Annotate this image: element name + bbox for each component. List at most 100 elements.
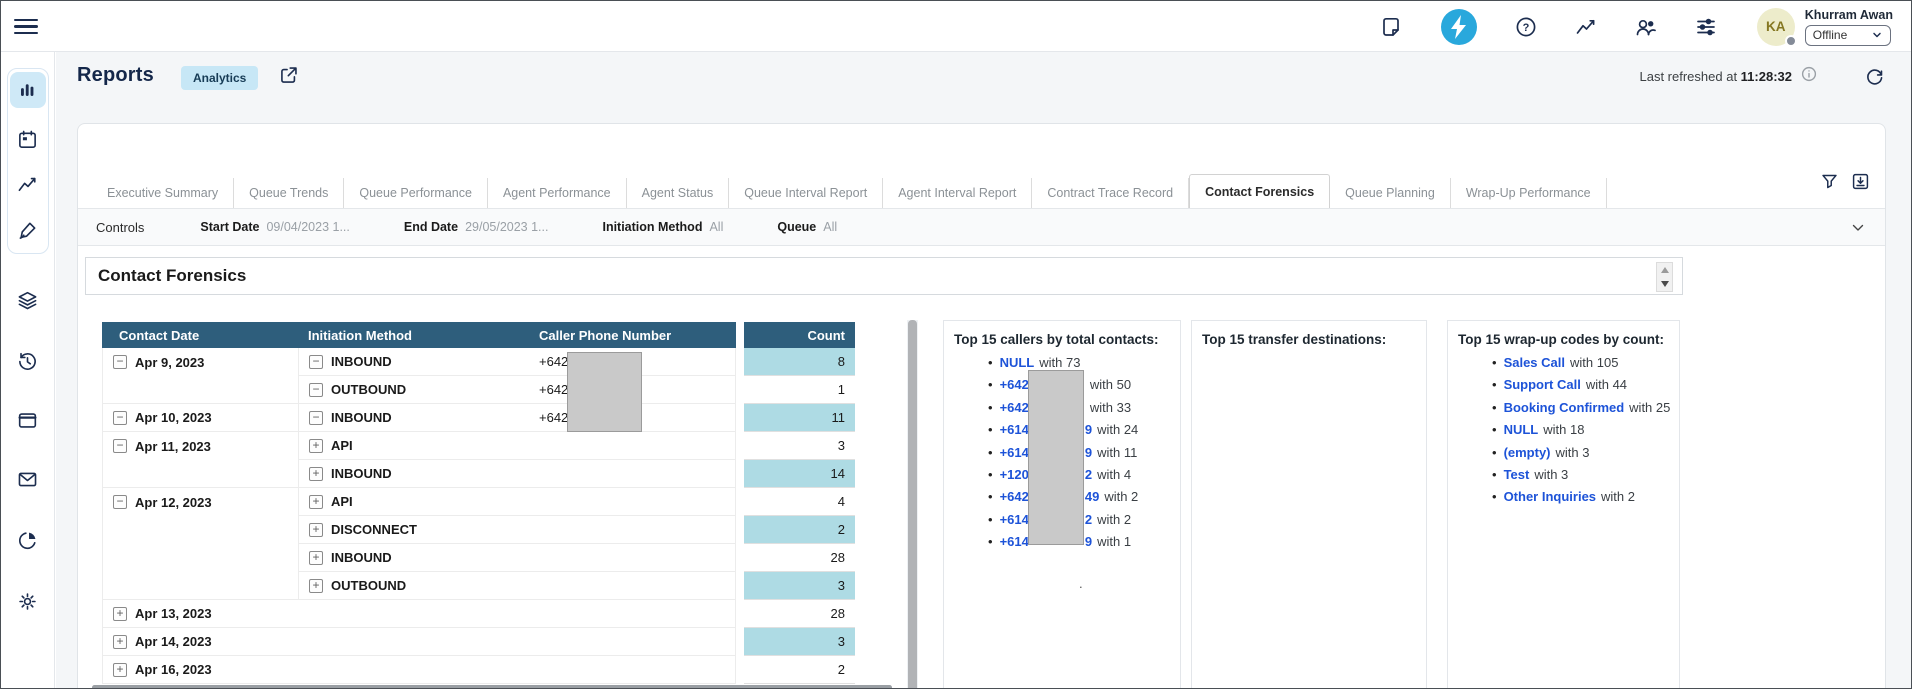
sidebar-item-schedule[interactable]	[10, 121, 46, 157]
avatar[interactable]: KA	[1757, 8, 1795, 46]
sidebar-item-settings[interactable]	[10, 583, 46, 619]
expand-toggle-icon[interactable]: +	[309, 523, 323, 537]
external-link-icon[interactable]	[278, 65, 299, 86]
expand-toggle-icon[interactable]: +	[309, 551, 323, 565]
tab-queue-planning[interactable]: Queue Planning	[1330, 178, 1451, 208]
download-icon[interactable]	[1851, 172, 1870, 191]
item-link[interactable]: +642	[1000, 400, 1029, 415]
cell-contact-date	[102, 516, 298, 544]
settings-sliders-icon[interactable]	[1695, 16, 1717, 38]
collapse-toggle-icon[interactable]: −	[113, 495, 127, 509]
status-select[interactable]: Offline	[1805, 25, 1891, 46]
item-link-suffix[interactable]: 9	[1085, 534, 1092, 549]
tab-executive-summary[interactable]: Executive Summary	[92, 178, 234, 208]
collapse-toggle-icon[interactable]: −	[113, 439, 127, 453]
tab-contact-forensics[interactable]: Contact Forensics	[1189, 174, 1330, 208]
collapse-toggle-icon[interactable]: −	[309, 411, 323, 425]
expand-toggle-icon[interactable]: +	[309, 495, 323, 509]
users-icon[interactable]	[1635, 16, 1657, 38]
expand-toggle-icon[interactable]: +	[113, 663, 127, 677]
item-link[interactable]: NULL	[1504, 422, 1539, 437]
list-item: •NULLwith 18	[1448, 422, 1679, 444]
tab-agent-performance[interactable]: Agent Performance	[488, 178, 627, 208]
item-link[interactable]: +642	[1000, 377, 1029, 392]
tab-contract-trace-record[interactable]: Contract Trace Record	[1032, 178, 1189, 208]
collapse-toggle-icon[interactable]: −	[309, 355, 323, 369]
expand-toggle-icon[interactable]: +	[309, 439, 323, 453]
table-row: +INBOUND14	[102, 460, 855, 488]
tab-queue-performance[interactable]: Queue Performance	[344, 178, 488, 208]
sidebar-item-reports[interactable]	[10, 72, 46, 108]
item-link[interactable]: NULL	[1000, 355, 1035, 370]
item-link-suffix[interactable]: 9	[1085, 445, 1092, 460]
item-link[interactable]: Other Inquiries	[1504, 489, 1596, 504]
sidebar-item-history[interactable]	[10, 343, 46, 379]
filter-icon[interactable]	[1820, 172, 1839, 191]
control-queue[interactable]: QueueAll	[777, 220, 837, 234]
help-icon[interactable]: ?	[1515, 16, 1537, 38]
cell-contact-date: −Apr 10, 2023	[102, 404, 298, 432]
item-link[interactable]: +614	[1000, 512, 1029, 527]
tab-wrap-up-performance[interactable]: Wrap-Up Performance	[1451, 178, 1607, 208]
item-link[interactable]: Sales Call	[1504, 355, 1565, 370]
cell-merged-empty	[298, 656, 736, 684]
tab-queue-trends[interactable]: Queue Trends	[234, 178, 344, 208]
item-link[interactable]: Support Call	[1504, 377, 1581, 392]
sidebar-item-design[interactable]	[10, 212, 46, 248]
control-initiation-method[interactable]: Initiation MethodAll	[602, 220, 723, 234]
item-link[interactable]: +120	[1000, 467, 1029, 482]
list-item: •(empty)with 3	[1448, 445, 1679, 467]
controls-collapse-chevron-icon[interactable]	[1849, 219, 1867, 237]
expand-toggle-icon[interactable]: +	[309, 467, 323, 481]
tab-queue-interval-report[interactable]: Queue Interval Report	[729, 178, 883, 208]
tab-agent-status[interactable]: Agent Status	[627, 178, 730, 208]
control-end-date[interactable]: End Date29/05/2023 1...	[404, 220, 549, 234]
expand-toggle-icon[interactable]: +	[113, 607, 127, 621]
item-link[interactable]: +614	[1000, 422, 1029, 437]
item-link-suffix[interactable]: 49	[1085, 489, 1099, 504]
item-link[interactable]: Booking Confirmed	[1504, 400, 1625, 415]
item-link[interactable]: +614	[1000, 534, 1029, 549]
cell-initiation-method: +INBOUND	[298, 460, 528, 488]
metrics-icon[interactable]	[1575, 16, 1597, 38]
col-caller-phone[interactable]: Caller Phone Number	[528, 322, 736, 348]
item-link-suffix[interactable]: 2	[1085, 512, 1092, 527]
table-row: −Apr 12, 2023+API4	[102, 488, 855, 516]
sidebar-item-flows[interactable]	[10, 282, 46, 318]
info-icon[interactable]	[1800, 65, 1818, 88]
collapse-toggle-icon[interactable]: −	[113, 355, 127, 369]
sidebar-item-metrics[interactable]	[10, 166, 46, 202]
refresh-icon[interactable]	[1864, 66, 1885, 87]
item-link-suffix[interactable]: 9	[1085, 422, 1092, 437]
cell-initiation-method: +API	[298, 432, 528, 460]
sidebar-item-reports-pie[interactable]	[10, 522, 46, 558]
redaction-box-table	[567, 352, 642, 432]
control-start-date[interactable]: Start Date09/04/2023 1...	[200, 220, 349, 234]
table-vertical-scrollbar[interactable]	[907, 320, 918, 689]
col-initiation-method[interactable]: Initiation Method	[298, 322, 528, 348]
sidebar-item-channels[interactable]	[10, 402, 46, 438]
cell-contact-date	[102, 376, 298, 404]
table-body: −Apr 9, 2023−INBOUND+6428−OUTBOUND+6421−…	[102, 348, 855, 684]
bar-chart-icon	[17, 80, 38, 101]
expand-toggle-icon[interactable]: +	[309, 579, 323, 593]
sidebar-item-mail[interactable]	[10, 461, 46, 497]
collapse-toggle-icon[interactable]: −	[113, 411, 127, 425]
table-horizontal-scrollbar[interactable]	[92, 685, 892, 689]
item-link-suffix[interactable]: 2	[1085, 467, 1092, 482]
hamburger-menu-icon[interactable]	[14, 15, 38, 37]
item-link[interactable]: Test	[1504, 467, 1530, 482]
expand-toggle-icon[interactable]: +	[113, 635, 127, 649]
quick-actions-icon[interactable]	[1441, 9, 1477, 45]
item-link[interactable]: (empty)	[1504, 445, 1551, 460]
tab-agent-interval-report[interactable]: Agent Interval Report	[883, 178, 1032, 208]
section-spinner[interactable]	[1656, 262, 1673, 292]
notes-icon[interactable]	[1381, 16, 1403, 38]
analytics-badge[interactable]: Analytics	[181, 66, 258, 90]
col-contact-date[interactable]: Contact Date	[102, 322, 298, 348]
collapse-toggle-icon[interactable]: −	[309, 383, 323, 397]
item-link[interactable]: +642	[1000, 489, 1029, 504]
item-link[interactable]: +614	[1000, 445, 1029, 460]
col-count[interactable]: Count	[744, 322, 855, 348]
list-item: •Sales Callwith 105	[1448, 355, 1679, 377]
